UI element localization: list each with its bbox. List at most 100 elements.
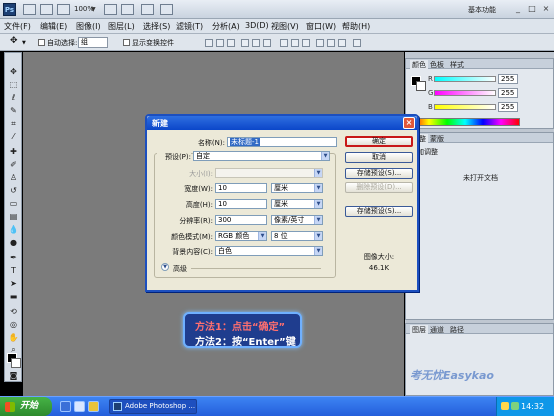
quicklaunch-ie-icon[interactable] <box>60 401 71 412</box>
distribute-bottom-icon[interactable] <box>302 39 310 47</box>
distribute-top-icon[interactable] <box>280 39 288 47</box>
tab-paths[interactable]: 路径 <box>450 325 464 335</box>
tray-icon[interactable] <box>501 402 509 410</box>
distribute-left-icon[interactable] <box>316 39 324 47</box>
auto-select-dropdown[interactable]: 组 <box>78 37 108 48</box>
lasso-tool-icon[interactable]: ℓ <box>8 93 19 103</box>
minibridge-icon[interactable] <box>40 4 53 15</box>
chevron-down-icon[interactable]: ▼ <box>22 40 26 46</box>
tray-icon[interactable] <box>511 402 519 410</box>
device-central-button[interactable]: 存储预设(S)... <box>345 206 413 217</box>
menu-layer[interactable]: 图层(L) <box>108 21 135 32</box>
color-mode-dropdown[interactable]: RGB 颜色 ▼ <box>215 231 267 241</box>
dodge-tool-icon[interactable]: ● <box>8 238 19 248</box>
hand-tool-icon[interactable]: ✋ <box>8 333 19 343</box>
r-value[interactable]: 255 <box>498 74 518 84</box>
move-tool-icon[interactable]: ✥ <box>8 67 19 77</box>
resolution-unit-dropdown[interactable]: 像素/英寸 ▼ <box>271 215 323 225</box>
distribute-vcenter-icon[interactable] <box>291 39 299 47</box>
background-color-swatch[interactable] <box>11 358 21 368</box>
delete-preset-button[interactable]: 删除预设(D)... <box>345 182 413 193</box>
blur-tool-icon[interactable]: 💧 <box>8 225 19 235</box>
eraser-tool-icon[interactable]: ▭ <box>8 199 19 209</box>
ok-button[interactable]: 确定 <box>345 136 413 147</box>
preset-dropdown[interactable]: 自定 ▼ <box>193 151 330 161</box>
b-slider[interactable] <box>434 104 496 110</box>
align-left-icon[interactable] <box>241 39 249 47</box>
quick-mask-icon[interactable]: ◙ <box>8 371 19 381</box>
g-slider[interactable] <box>434 90 496 96</box>
brush-tool-icon[interactable]: ✐ <box>8 160 19 170</box>
chevron-down-icon[interactable]: ▼ <box>91 6 96 13</box>
view-extras-icon[interactable] <box>57 4 70 15</box>
distribute-hcenter-icon[interactable] <box>327 39 335 47</box>
history-brush-icon[interactable]: ↺ <box>8 186 19 196</box>
menu-image[interactable]: 图像(I) <box>76 21 101 32</box>
menu-filter[interactable]: 滤镜(T) <box>176 21 203 32</box>
tab-layers[interactable]: 图层 <box>410 325 428 335</box>
menu-file[interactable]: 文件(F) <box>4 21 31 32</box>
tab-swatches[interactable]: 色板 <box>430 60 444 70</box>
healing-brush-icon[interactable]: ✚ <box>8 147 19 157</box>
g-value[interactable]: 255 <box>498 88 518 98</box>
cancel-button[interactable]: 取消 <box>345 152 413 163</box>
tab-styles[interactable]: 样式 <box>450 60 464 70</box>
crop-tool-icon[interactable]: ⌗ <box>8 119 19 129</box>
show-transform-checkbox[interactable] <box>123 39 130 46</box>
align-right-icon[interactable] <box>263 39 271 47</box>
r-slider[interactable] <box>434 76 496 82</box>
menu-analysis[interactable]: 分析(A) <box>212 21 240 32</box>
align-vcenter-icon[interactable] <box>216 39 224 47</box>
3d-camera-tool-icon[interactable]: ◎ <box>8 320 19 330</box>
menu-window[interactable]: 窗口(W) <box>306 21 336 32</box>
arrange-documents-icon[interactable] <box>141 4 154 15</box>
width-field[interactable]: 10 <box>215 183 267 193</box>
type-tool-icon[interactable]: T <box>8 266 19 276</box>
3d-rotate-tool-icon[interactable]: ⟲ <box>8 307 19 317</box>
advanced-toggle-icon[interactable]: ▼ <box>161 263 169 271</box>
height-unit-dropdown[interactable]: 厘米 ▼ <box>271 199 323 209</box>
minimize-icon[interactable]: _ <box>512 3 524 14</box>
save-preset-button[interactable]: 存储预设(S)... <box>345 168 413 179</box>
quick-select-tool-icon[interactable]: ✎ <box>8 106 19 116</box>
align-top-icon[interactable] <box>205 39 213 47</box>
align-hcenter-icon[interactable] <box>252 39 260 47</box>
align-bottom-icon[interactable] <box>227 39 235 47</box>
distribute-right-icon[interactable] <box>338 39 346 47</box>
close-icon[interactable]: × <box>403 117 415 129</box>
size-dropdown[interactable]: ▼ <box>215 168 323 178</box>
b-value[interactable]: 255 <box>498 102 518 112</box>
gradient-tool-icon[interactable]: ▤ <box>8 212 19 222</box>
workspace-switcher[interactable]: 基本功能 <box>468 5 496 15</box>
close-icon[interactable]: × <box>540 3 552 14</box>
menu-view[interactable]: 视图(V) <box>271 21 299 32</box>
tab-color[interactable]: 颜色 <box>410 60 428 70</box>
menu-3d[interactable]: 3D(D) <box>245 21 269 30</box>
hand-tool-icon[interactable] <box>104 4 117 15</box>
screen-mode-icon[interactable] <box>160 4 173 15</box>
advanced-label[interactable]: 高级 <box>173 264 187 274</box>
background-color-swatch[interactable] <box>416 81 426 91</box>
menu-select[interactable]: 选择(S) <box>143 21 170 32</box>
start-button[interactable]: 开始 <box>0 397 52 416</box>
auto-align-icon[interactable] <box>353 39 361 47</box>
quicklaunch-word-icon[interactable] <box>74 401 85 412</box>
taskbar-photoshop-button[interactable]: Adobe Photoshop ... <box>109 399 197 414</box>
width-unit-dropdown[interactable]: 厘米 ▼ <box>271 183 323 193</box>
zoom-tool-icon[interactable] <box>121 4 134 15</box>
pen-tool-icon[interactable]: ✒ <box>8 253 19 263</box>
name-field[interactable]: 未标题-1 <box>227 137 337 147</box>
bit-depth-dropdown[interactable]: 8 位 ▼ <box>271 231 323 241</box>
auto-select-checkbox[interactable] <box>38 39 45 46</box>
shape-tool-icon[interactable]: ▬ <box>8 292 19 302</box>
bridge-icon[interactable] <box>23 4 36 15</box>
eyedropper-tool-icon[interactable]: ⁄ <box>8 132 19 142</box>
menu-edit[interactable]: 编辑(E) <box>40 21 67 32</box>
dialog-titlebar[interactable]: 新建 × <box>147 116 417 130</box>
resolution-field[interactable]: 300 <box>215 215 267 225</box>
menu-help[interactable]: 帮助(H) <box>342 21 370 32</box>
tab-channels[interactable]: 通道 <box>430 325 444 335</box>
marquee-tool-icon[interactable]: ⬚ <box>8 80 19 90</box>
background-contents-dropdown[interactable]: 白色 ▼ <box>215 246 323 256</box>
height-field[interactable]: 10 <box>215 199 267 209</box>
